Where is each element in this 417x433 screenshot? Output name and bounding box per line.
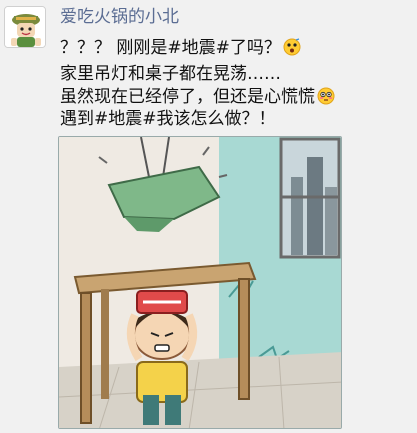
post-image[interactable] xyxy=(58,136,342,429)
post-text: 家里吊灯和桌子都在晃荡…… xyxy=(60,64,281,84)
avatar[interactable] xyxy=(4,6,46,48)
post-text: 遇到#地震#我该怎么做？！ xyxy=(60,109,276,129)
post-text-line-4: 遇到#地震#我该怎么做？！ xyxy=(60,109,276,129)
flushed-emoji-icon xyxy=(317,87,335,105)
username[interactable]: 爱吃火锅的小北 xyxy=(60,7,179,27)
post-text-line-2: 家里吊灯和桌子都在晃荡…… xyxy=(60,64,281,84)
post-text-line-3: 虽然现在已经停了，但还是心慌慌 xyxy=(60,87,335,107)
post-text: 虽然现在已经停了，但还是心慌慌 xyxy=(60,87,315,107)
post-text: ？？？ 刚刚是#地震#了吗？ xyxy=(60,38,281,58)
surprised-emoji-icon xyxy=(283,38,301,56)
earthquake-cartoon-illustration-icon xyxy=(59,137,341,428)
post-text-line-1: ？？？ 刚刚是#地震#了吗？ xyxy=(60,38,301,58)
avatar-cartoon-icon xyxy=(5,7,45,47)
